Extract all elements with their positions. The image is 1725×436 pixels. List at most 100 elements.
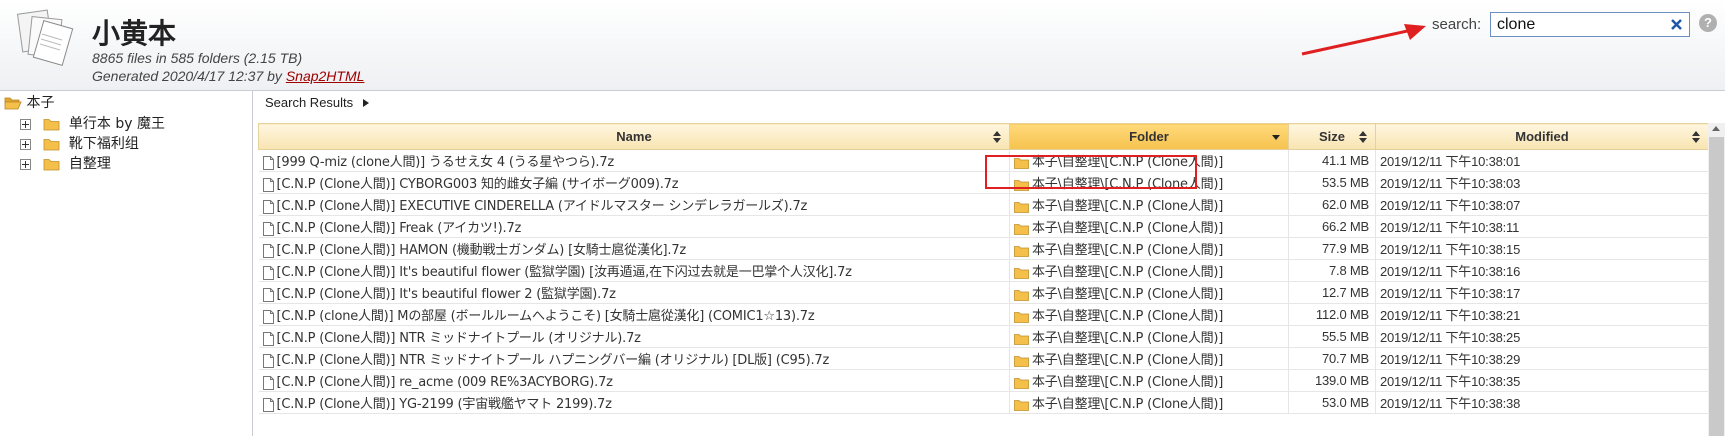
plus-icon[interactable] xyxy=(20,118,31,130)
tree-item-label: 自整理 xyxy=(68,156,111,172)
modified-cell: 2019/12/11 下午10:38:29 xyxy=(1375,347,1709,370)
name-cell[interactable]: [C.N.P (Clone人間)] It's beautiful flower … xyxy=(258,259,1010,282)
table-row[interactable]: [C.N.P (Clone人間)] EXECUTIVE CINDERELLA (… xyxy=(258,193,1709,216)
size-cell: 62.0 MB xyxy=(1288,193,1376,216)
sort-icon xyxy=(1359,131,1367,143)
tree-item-0[interactable]: 单行本 by 魔王 xyxy=(20,114,165,134)
column-header-size[interactable]: Size xyxy=(1288,123,1376,150)
table-row[interactable]: [C.N.P (Clone人間)] re_acme (009 RE%3ACYBO… xyxy=(258,369,1709,392)
column-header-modified[interactable]: Modified xyxy=(1375,123,1709,150)
vertical-scrollbar[interactable] xyxy=(1708,123,1725,436)
folder-path[interactable]: 本子\自整理\[C.N.P (Clone人間)] xyxy=(1032,221,1223,236)
folder-cell[interactable]: 本子\自整理\[C.N.P (Clone人間)] xyxy=(1009,347,1289,370)
name-cell[interactable]: [C.N.P (Clone人間)] EXECUTIVE CINDERELLA (… xyxy=(258,193,1010,216)
annotation-arrow-icon xyxy=(1301,24,1426,56)
folder-path[interactable]: 本子\自整理\[C.N.P (Clone人間)] xyxy=(1032,309,1223,324)
table-row[interactable]: [C.N.P (Clone人間)] It's beautiful flower … xyxy=(258,281,1709,304)
name-cell[interactable]: [C.N.P (Clone人間)] YG-2199 (宇宙戦艦ヤマト 2199)… xyxy=(258,391,1010,414)
modified-cell: 2019/12/11 下午10:38:11 xyxy=(1375,215,1709,238)
close-icon[interactable] xyxy=(1669,17,1684,32)
table-row[interactable]: [C.N.P (Clone人間)] NTR ミッドナイトプール ハプニングバー編… xyxy=(258,347,1709,370)
scroll-up-icon[interactable] xyxy=(1712,126,1720,131)
file-name[interactable]: [C.N.P (Clone人間)] It's beautiful flower … xyxy=(277,265,853,280)
search-box xyxy=(1490,12,1690,37)
folder-icon xyxy=(1014,267,1029,279)
name-cell[interactable]: [C.N.P (Clone人間)] NTR ミッドナイトプール (オリジナル).… xyxy=(258,325,1010,348)
table-row[interactable]: [999 Q-miz (clone人間)] うるせえ女 4 (うる星やつら).7… xyxy=(258,149,1709,172)
folder-icon xyxy=(1014,355,1029,367)
folder-cell[interactable]: 本子\自整理\[C.N.P (Clone人間)] xyxy=(1009,237,1289,260)
folder-cell[interactable]: 本子\自整理\[C.N.P (Clone人間)] xyxy=(1009,193,1289,216)
size-cell: 53.5 MB xyxy=(1288,171,1376,194)
file-name[interactable]: [C.N.P (clone人間)] Mの部屋 (ボールルームへようこそ) [女騎… xyxy=(277,309,815,324)
generator-link[interactable]: Snap2HTML xyxy=(286,68,365,84)
triangle-right-icon xyxy=(362,99,369,107)
file-name[interactable]: [C.N.P (Clone人間)] CYBORG003 知的雌女子編 (サイボー… xyxy=(277,177,679,192)
folder-path[interactable]: 本子\自整理\[C.N.P (Clone人間)] xyxy=(1032,353,1223,368)
name-cell[interactable]: [999 Q-miz (clone人間)] うるせえ女 4 (うる星やつら).7… xyxy=(258,149,1010,172)
size-cell: 12.7 MB xyxy=(1288,281,1376,304)
name-cell[interactable]: [C.N.P (Clone人間)] NTR ミッドナイトプール ハプニングバー編… xyxy=(258,347,1010,370)
tree-item-label: 单行本 by 魔王 xyxy=(68,116,165,132)
tree-item-1[interactable]: 靴下福利组 xyxy=(20,134,139,154)
folder-path[interactable]: 本子\自整理\[C.N.P (Clone人間)] xyxy=(1032,243,1223,258)
folder-tree: 本子 单行本 by 魔王 靴下福利组 自整理 xyxy=(0,91,253,436)
name-cell[interactable]: [C.N.P (Clone人間)] re_acme (009 RE%3ACYBO… xyxy=(258,369,1010,392)
folder-path[interactable]: 本子\自整理\[C.N.P (Clone人間)] xyxy=(1032,397,1223,412)
file-name[interactable]: [C.N.P (Clone人間)] HAMON (機動戦士ガンダム) [女騎士扈… xyxy=(277,243,687,258)
folder-path[interactable]: 本子\自整理\[C.N.P (Clone人間)] xyxy=(1032,199,1223,214)
file-name[interactable]: [C.N.P (Clone人間)] YG-2199 (宇宙戦艦ヤマト 2199)… xyxy=(277,397,612,412)
folder-path[interactable]: 本子\自整理\[C.N.P (Clone人間)] xyxy=(1032,265,1223,280)
column-header-folder[interactable]: Folder xyxy=(1009,123,1289,150)
plus-icon[interactable] xyxy=(20,138,31,150)
table-row[interactable]: [C.N.P (Clone人間)] Freak (アイカツ!).7z 本子\自整理… xyxy=(258,215,1709,238)
folder-cell[interactable]: 本子\自整理\[C.N.P (Clone人間)] xyxy=(1009,215,1289,238)
tree-item-2[interactable]: 自整理 xyxy=(20,154,111,174)
folder-icon xyxy=(44,158,60,170)
file-icon xyxy=(262,375,274,390)
table-row[interactable]: [C.N.P (clone人間)] Mの部屋 (ボールルームへようこそ) [女騎… xyxy=(258,303,1709,326)
generated-text: Generated 2020/4/17 12:37 by Snap2HTML xyxy=(92,68,364,84)
results-header: Search Results xyxy=(258,91,1725,122)
modified-cell: 2019/12/11 下午10:38:16 xyxy=(1375,259,1709,282)
folder-icon xyxy=(1014,223,1029,235)
tree-root[interactable]: 本子 xyxy=(4,93,54,113)
file-name[interactable]: [C.N.P (Clone人間)] NTR ミッドナイトプール (オリジナル).… xyxy=(277,331,641,346)
folder-path[interactable]: 本子\自整理\[C.N.P (Clone人間)] xyxy=(1032,331,1223,346)
folder-cell[interactable]: 本子\自整理\[C.N.P (Clone人間)] xyxy=(1009,391,1289,414)
name-cell[interactable]: [C.N.P (clone人間)] Mの部屋 (ボールルームへようこそ) [女騎… xyxy=(258,303,1010,326)
plus-icon[interactable] xyxy=(20,158,31,170)
file-icon xyxy=(262,155,274,170)
results-panel: Search Results Name Folder Size Modified… xyxy=(258,91,1725,436)
folder-cell[interactable]: 本子\自整理\[C.N.P (Clone人間)] xyxy=(1009,303,1289,326)
table-row[interactable]: [C.N.P (Clone人間)] It's beautiful flower … xyxy=(258,259,1709,282)
help-icon[interactable]: ? xyxy=(1699,14,1717,32)
file-name[interactable]: [C.N.P (Clone人間)] re_acme (009 RE%3ACYBO… xyxy=(277,375,613,390)
file-name[interactable]: [C.N.P (Clone人間)] It's beautiful flower … xyxy=(277,287,616,302)
folder-cell[interactable]: 本子\自整理\[C.N.P (Clone人間)] xyxy=(1009,281,1289,304)
name-cell[interactable]: [C.N.P (Clone人間)] It's beautiful flower … xyxy=(258,281,1010,304)
modified-cell: 2019/12/11 下午10:38:03 xyxy=(1375,171,1709,194)
table-row[interactable]: [C.N.P (Clone人間)] HAMON (機動戦士ガンダム) [女騎士扈… xyxy=(258,237,1709,260)
name-cell[interactable]: [C.N.P (Clone人間)] Freak (アイカツ!).7z xyxy=(258,215,1010,238)
file-name[interactable]: [999 Q-miz (clone人間)] うるせえ女 4 (うる星やつら).7… xyxy=(277,155,615,170)
folder-cell[interactable]: 本子\自整理\[C.N.P (Clone人間)] xyxy=(1009,369,1289,392)
folder-open-icon xyxy=(4,97,22,110)
folder-path[interactable]: 本子\自整理\[C.N.P (Clone人間)] xyxy=(1032,287,1223,302)
folder-path[interactable]: 本子\自整理\[C.N.P (Clone人間)] xyxy=(1032,375,1223,390)
table-row[interactable]: [C.N.P (Clone人間)] CYBORG003 知的雌女子編 (サイボー… xyxy=(258,171,1709,194)
column-header-name[interactable]: Name xyxy=(258,123,1010,150)
folder-cell[interactable]: 本子\自整理\[C.N.P (Clone人間)] xyxy=(1009,259,1289,282)
folder-icon xyxy=(1014,333,1029,345)
file-name[interactable]: [C.N.P (Clone人間)] Freak (アイカツ!).7z xyxy=(277,221,522,236)
table-row[interactable]: [C.N.P (Clone人間)] NTR ミッドナイトプール (オリジナル).… xyxy=(258,325,1709,348)
folder-icon xyxy=(1014,201,1029,213)
scroll-thumb[interactable] xyxy=(1709,137,1724,436)
name-cell[interactable]: [C.N.P (Clone人間)] CYBORG003 知的雌女子編 (サイボー… xyxy=(258,171,1010,194)
file-name[interactable]: [C.N.P (Clone人間)] NTR ミッドナイトプール ハプニングバー編… xyxy=(277,353,830,368)
name-cell[interactable]: [C.N.P (Clone人間)] HAMON (機動戦士ガンダム) [女騎士扈… xyxy=(258,237,1010,260)
search-input[interactable] xyxy=(1495,14,1664,36)
table-row[interactable]: [C.N.P (Clone人間)] YG-2199 (宇宙戦艦ヤマト 2199)… xyxy=(258,391,1709,414)
folder-cell[interactable]: 本子\自整理\[C.N.P (Clone人間)] xyxy=(1009,325,1289,348)
file-name[interactable]: [C.N.P (Clone人間)] EXECUTIVE CINDERELLA (… xyxy=(277,199,808,214)
